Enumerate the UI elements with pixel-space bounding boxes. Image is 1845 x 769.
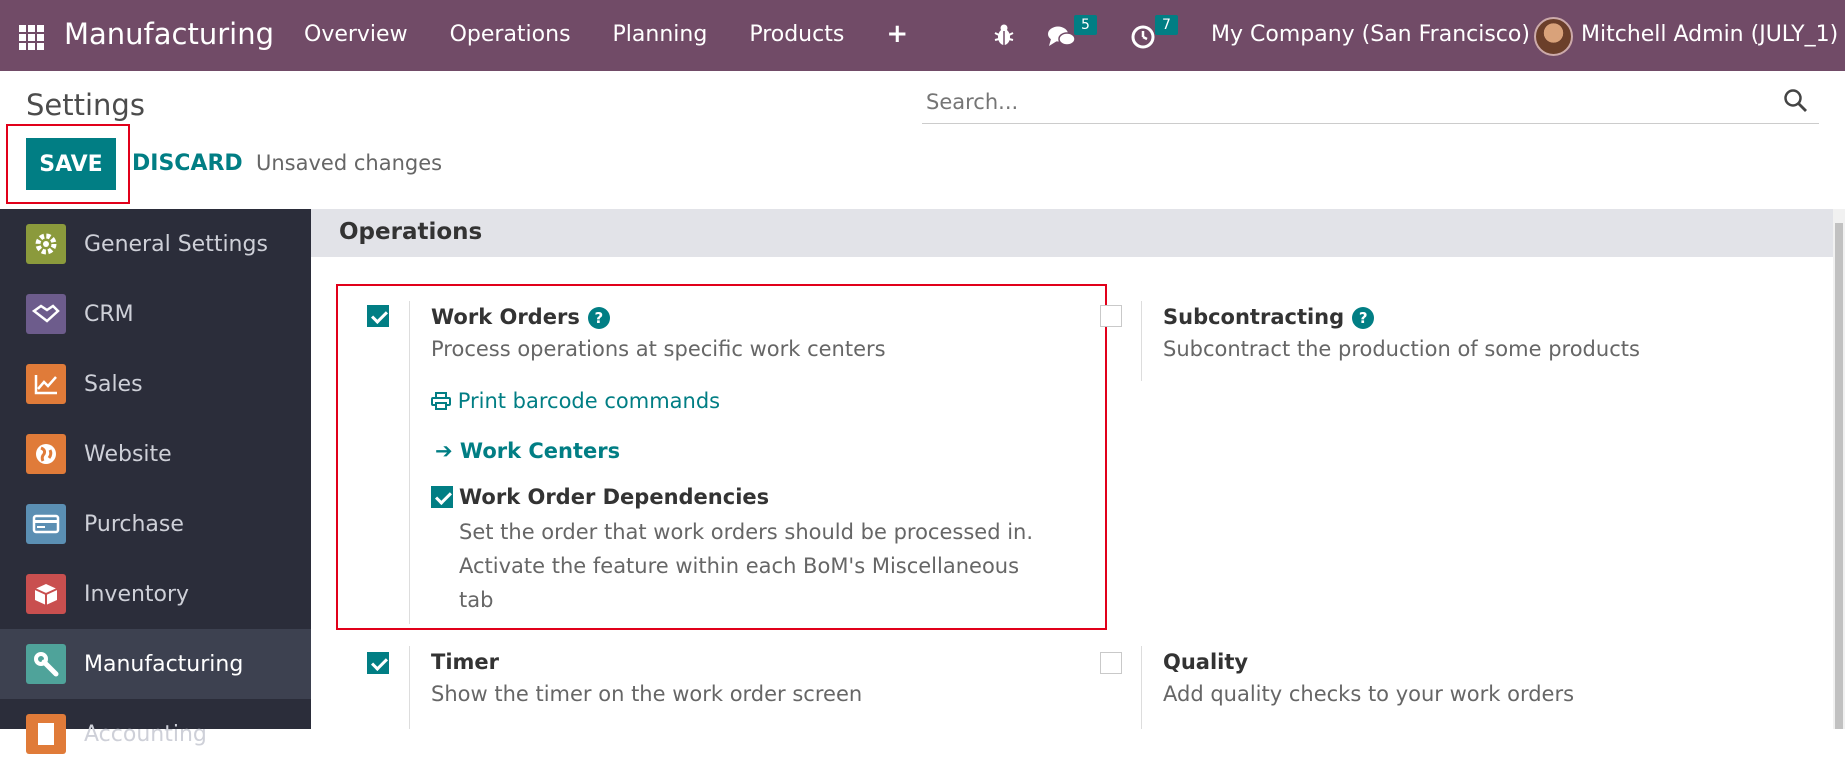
menu-products[interactable]: Products [749,22,844,49]
work-orders-setting: Work Orders? [431,305,610,329]
box-icon [26,574,66,614]
sidebar-item-accounting[interactable]: Accounting [0,699,311,769]
work-centers-label: Work Centers [459,439,621,463]
work-orders-checkbox[interactable] [367,305,389,327]
handshake-icon [26,294,66,334]
sidebar-item-label: Website [84,441,172,467]
document-icon [26,714,66,754]
chart-icon [26,364,66,404]
sidebar-item-purchase[interactable]: Purchase [0,489,311,559]
messages-icon[interactable] [1047,25,1077,49]
work-order-dependencies-description: Set the order that work orders should be… [459,515,1033,617]
quality-checkbox[interactable] [1100,652,1122,674]
sidebar-item-sales[interactable]: Sales [0,349,311,419]
timer-title: Timer [431,650,500,674]
messages-count-badge: 5 [1074,15,1097,35]
work-centers-link[interactable]: ➔ Work Centers [435,439,620,463]
user-avatar[interactable] [1534,17,1573,56]
section-title: Operations [339,219,483,245]
sidebar-item-label: Purchase [84,511,184,537]
menu-operations[interactable]: Operations [450,22,571,49]
sidebar-item-general-settings[interactable]: General Settings [0,209,311,279]
search-input[interactable] [922,82,1742,122]
divider [409,301,410,624]
sidebar-item-manufacturing[interactable]: Manufacturing [0,629,311,699]
work-order-dependencies-checkbox[interactable] [431,486,453,508]
subcontracting-title: Subcontracting [1163,305,1345,329]
debug-bug-icon[interactable] [993,23,1015,47]
settings-content: Operations Work Orders? Process operatio… [311,209,1845,729]
sidebar-item-inventory[interactable]: Inventory [0,559,311,629]
wrench-icon [26,644,66,684]
credit-card-icon [26,504,66,544]
subcontracting-checkbox[interactable] [1100,305,1122,327]
quality-title: Quality [1163,650,1249,674]
printer-icon [431,392,451,410]
sidebar-item-label: Manufacturing [84,651,244,677]
help-icon[interactable]: ? [587,307,610,329]
timer-description: Show the timer on the work order screen [431,682,863,706]
sidebar-item-label: Inventory [84,581,190,607]
settings-sidebar: General Settings CRM Sales Website Purch… [0,209,311,754]
user-menu[interactable]: Mitchell Admin (JULY_1) [1581,22,1838,47]
add-menu-button[interactable]: + [886,19,908,49]
vertical-scrollbar[interactable] [1833,209,1845,729]
work-orders-description: Process operations at specific work cent… [431,337,886,361]
top-navbar: Manufacturing Overview Operations Planni… [0,0,1845,71]
company-switcher[interactable]: My Company (San Francisco) [1211,22,1530,47]
description-line: tab [459,588,494,612]
help-icon[interactable]: ? [1352,307,1375,329]
save-button[interactable]: SAVE [26,138,116,190]
menu-planning[interactable]: Planning [613,22,708,49]
quality-description: Add quality checks to your work orders [1163,682,1575,706]
section-header: Operations [311,209,1833,257]
print-barcode-label: Print barcode commands [457,389,721,413]
divider [409,646,410,729]
sidebar-item-website[interactable]: Website [0,419,311,489]
description-line: Activate the feature within each BoM's M… [459,554,1020,578]
search-icon[interactable] [1783,88,1809,114]
page-title: Settings [26,88,145,122]
menu-overview[interactable]: Overview [304,22,408,49]
print-barcode-commands-link[interactable]: Print barcode commands [431,389,720,413]
subcontracting-setting: Subcontracting? [1163,305,1375,329]
sidebar-item-label: CRM [84,301,134,327]
sidebar-item-label: Accounting [84,721,207,747]
discard-button[interactable]: DISCARD [132,151,243,176]
activities-count-badge: 7 [1155,15,1178,35]
search-bar [922,82,1819,124]
apps-menu-icon[interactable] [19,25,44,50]
main-menu: Overview Operations Planning Products + [304,19,908,49]
description-line: Set the order that work orders should be… [459,520,1034,544]
work-order-dependencies-title: Work Order Dependencies [459,485,770,509]
timer-checkbox[interactable] [367,652,389,674]
sidebar-item-crm[interactable]: CRM [0,279,311,349]
work-orders-title: Work Orders [431,305,580,329]
gear-icon [26,224,66,264]
unsaved-changes-status: Unsaved changes [256,151,443,175]
activity-clock-icon[interactable] [1130,24,1156,50]
app-brand[interactable]: Manufacturing [64,17,274,51]
arrow-right-icon: ➔ [435,439,460,463]
sidebar-item-label: General Settings [84,231,268,257]
divider [1141,301,1142,381]
divider [1141,646,1142,729]
globe-icon [26,434,66,474]
subcontracting-description: Subcontract the production of some produ… [1163,337,1640,361]
sidebar-item-label: Sales [84,371,143,397]
